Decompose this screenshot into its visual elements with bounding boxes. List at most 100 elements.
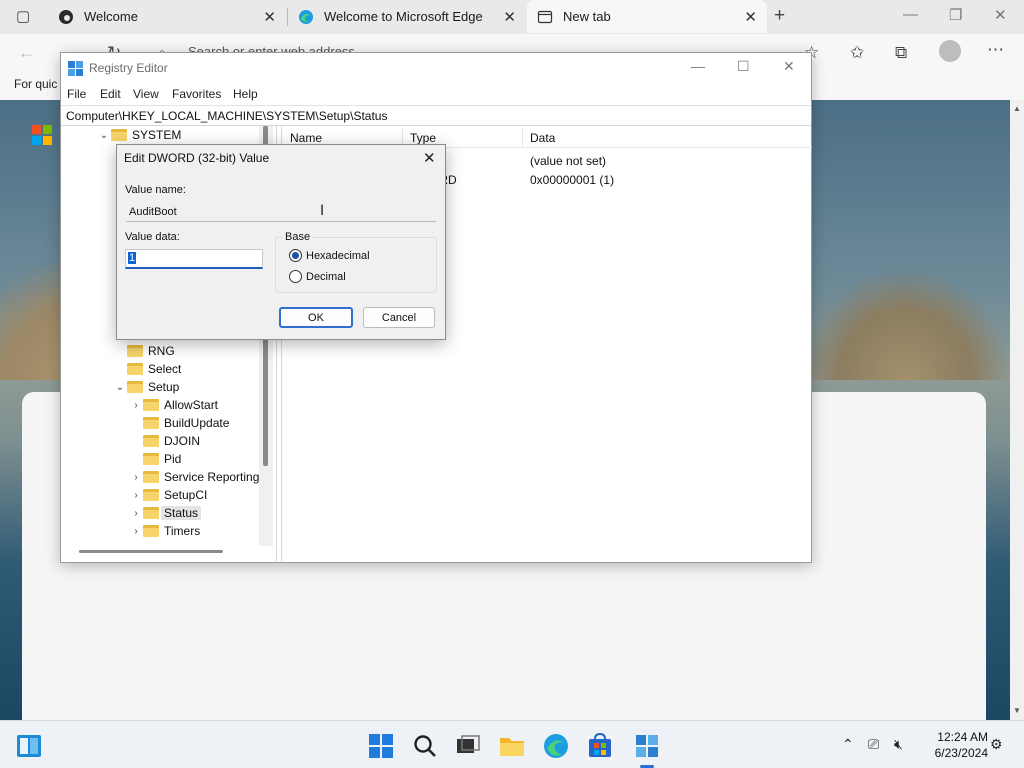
folder-icon [143,471,159,483]
radio-unselected-icon[interactable] [289,270,302,283]
value-name-field[interactable]: AuditBoot [126,203,436,222]
browser-tab-strip: ▢ Welcome ✕ Welcome to Microsoft Edge ✕ … [0,0,1024,34]
profile-avatar[interactable] [939,40,961,62]
ok-button[interactable]: OK [279,307,353,328]
taskbar: ⌃ ⎚ 🔇︎ 12:24 AM 6/23/2024 ⚙ [0,720,1024,768]
volume-muted-icon[interactable]: 🔇︎ [894,736,903,753]
network-icon[interactable]: ⎚ [868,736,879,753]
minimize-icon[interactable]: — [903,6,918,23]
tree-item-buildupdate[interactable]: BuildUpdate [129,414,229,432]
column-name[interactable]: Name [290,131,322,145]
tree-item-timers[interactable]: › Timers [129,522,200,540]
menu-file[interactable]: File [67,87,86,101]
tree-item-pid[interactable]: Pid [129,450,181,468]
widgets-icon[interactable] [16,733,42,759]
restore-icon[interactable]: ❐ [949,6,962,24]
radio-decimal[interactable]: Decimal [289,270,346,283]
regedit-address-bar[interactable]: Computer\HKEY_LOCAL_MACHINE\SYSTEM\Setup… [61,105,811,126]
tab-new-tab[interactable]: New tab ✕ [527,0,767,33]
regedit-title-bar: Registry Editor — ☐ ✕ [61,53,811,83]
folder-icon [143,399,159,411]
scroll-down-icon[interactable]: ▼ [1013,706,1021,715]
close-tab-icon[interactable]: ✕ [744,8,757,26]
microsoft-store-icon[interactable] [587,732,613,759]
menu-favorites[interactable]: Favorites [172,87,221,101]
menu-view[interactable]: View [133,87,159,101]
value-data: 0x00000001 (1) [530,173,615,187]
tree-item-rng[interactable]: RNG [113,342,175,360]
back-icon[interactable]: ← [18,43,35,63]
radio-selected-icon[interactable] [289,249,302,262]
close-window-icon[interactable]: ✕ [783,58,795,75]
edge-icon[interactable] [543,733,569,759]
tab-label: Welcome [84,9,138,24]
close-window-icon[interactable]: ✕ [994,6,1007,24]
search-icon[interactable] [412,733,438,759]
scroll-up-icon[interactable]: ▲ [1013,104,1021,113]
column-data[interactable]: Data [530,131,555,145]
more-options-icon[interactable]: ⋯ [987,40,1004,60]
base-label: Base [283,231,313,243]
close-tab-icon[interactable]: ✕ [263,8,276,26]
tree-item-service-reporting[interactable]: › Service Reporting [129,468,259,486]
tab-welcome-to-edge[interactable]: Welcome to Microsoft Edge ✕ [288,0,526,33]
value-name-label: Value name: [125,184,186,196]
file-explorer-icon[interactable] [499,733,525,759]
radio-hexadecimal[interactable]: Hexadecimal [289,249,370,262]
chevron-right-icon[interactable]: › [129,490,143,501]
chevron-down-icon[interactable]: ⌄ [97,130,111,141]
tree-item-system[interactable]: ⌄ SYSTEM [97,126,182,144]
tree-horizontal-scrollbar[interactable] [79,550,223,553]
edge-dark-icon [58,9,74,25]
regedit-title: Registry Editor [89,61,168,75]
favorites-icon[interactable]: ✩ [850,43,864,63]
task-view-icon[interactable] [455,733,481,759]
notifications-icon[interactable]: ⚙ [990,736,1003,753]
start-icon[interactable] [368,733,394,759]
folder-icon [127,381,143,393]
collections-icon[interactable]: ⧉ [895,43,907,63]
system-clock[interactable]: 12:24 AM 6/23/2024 [918,729,988,761]
tree-item-allowstart[interactable]: › AllowStart [129,396,218,414]
folder-icon [143,453,159,465]
value-data-field[interactable]: 1 [125,249,263,269]
edit-dword-dialog: Edit DWORD (32-bit) Value ✕ Value name: … [116,144,446,340]
page-scrollbar[interactable]: ▲ ▼ [1010,100,1024,720]
new-tab-plus-icon[interactable]: + [774,5,785,27]
tree-item-select[interactable]: Select [113,360,181,378]
close-tab-icon[interactable]: ✕ [503,8,516,26]
tab-label: New tab [563,9,611,24]
tree-item-setupci[interactable]: › SetupCI [129,486,207,504]
tree-item-djoin[interactable]: DJOIN [129,432,200,450]
tab-welcome[interactable]: Welcome ✕ [48,0,286,33]
chevron-up-icon[interactable]: ⌃ [842,736,854,753]
folder-icon [127,363,143,375]
chevron-right-icon[interactable]: › [129,526,143,537]
column-type[interactable]: Type [410,131,436,145]
tree-item-status[interactable]: › Status [129,504,202,522]
favorites-bar-text: For quic [14,77,58,91]
chevron-right-icon[interactable]: › [129,472,143,483]
chevron-right-icon[interactable]: › [129,400,143,411]
minimize-icon[interactable]: — [691,58,705,74]
edge-icon [298,9,314,25]
close-icon[interactable]: ✕ [423,149,436,167]
menu-edit[interactable]: Edit [100,87,121,101]
maximize-icon[interactable]: ☐ [737,58,750,75]
chevron-down-icon[interactable]: ⌄ [113,382,127,393]
registry-editor-taskbar-icon[interactable] [634,733,660,759]
clock-date: 6/23/2024 [934,746,988,760]
menu-help[interactable]: Help [233,87,258,101]
tree-item-setup[interactable]: ⌄ Setup [113,378,180,396]
cancel-button[interactable]: Cancel [363,307,435,328]
folder-icon [127,345,143,357]
clock-time: 12:24 AM [937,730,988,744]
chevron-right-icon[interactable]: › [129,508,143,519]
value-data-label: Value data: [125,231,180,243]
registry-path: Computer\HKEY_LOCAL_MACHINE\SYSTEM\Setup… [66,109,388,123]
folder-icon [143,507,159,519]
dialog-title: Edit DWORD (32-bit) Value [124,151,270,165]
tab-actions-icon[interactable]: ▢ [16,7,30,25]
background-hill [800,270,1010,380]
regedit-menu-bar: File Edit View Favorites Help [61,83,811,105]
